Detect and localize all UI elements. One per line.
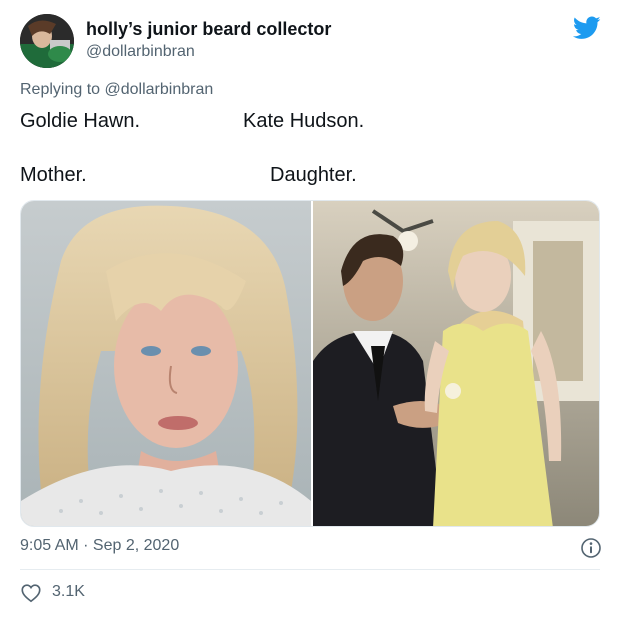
divider: [20, 569, 600, 570]
tweet-text-right-name: Kate Hudson.: [243, 110, 365, 132]
tweet-timestamp[interactable]: 9:05 AM · Sep 2, 2020: [20, 537, 179, 555]
right-photo[interactable]: [313, 201, 599, 526]
user-handle[interactable]: @dollarbinbran: [86, 43, 195, 61]
media-container: [20, 200, 600, 527]
tweet-text-right-role: Daughter.: [270, 164, 357, 186]
twitter-bird-icon[interactable]: [572, 16, 601, 40]
heart-icon[interactable]: [20, 582, 42, 604]
replying-to-prefix: Replying to: [20, 81, 101, 98]
tweet-card: holly’s junior beard collector @dollarbi…: [0, 0, 620, 618]
tweet-text-left-role: Mother.: [20, 164, 87, 186]
left-photo[interactable]: [21, 201, 311, 526]
replying-to: Replying to @dollarbinbran: [20, 81, 213, 99]
like-count: 3.1K: [52, 583, 85, 600]
tweet-text-left-name: Goldie Hawn.: [20, 110, 141, 132]
display-name[interactable]: holly’s junior beard collector: [86, 19, 331, 40]
reply-mention-link[interactable]: @dollarbinbran: [105, 81, 214, 98]
info-icon[interactable]: [580, 537, 602, 559]
avatar[interactable]: [20, 14, 74, 68]
